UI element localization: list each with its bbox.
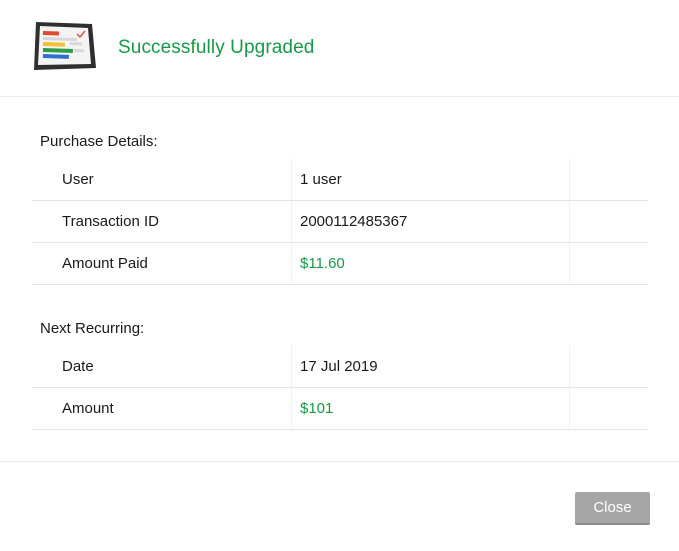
close-button[interactable]: Close: [575, 492, 650, 525]
row-label: Amount: [62, 400, 114, 417]
table-row: User 1 user: [32, 159, 648, 201]
dialog-title: Successfully Upgraded: [118, 37, 315, 58]
upgrade-success-dialog: Successfully Upgraded Purchase Details: …: [0, 0, 679, 551]
dialog-header: Successfully Upgraded: [0, 0, 679, 97]
table-row: Amount Paid $11.60: [32, 243, 648, 285]
dialog-footer: Close: [0, 461, 679, 551]
row-label: Transaction ID: [62, 213, 159, 230]
table-row: Date 17 Jul 2019: [32, 346, 648, 388]
row-label: Date: [62, 358, 94, 375]
next-recurring-table: Date 17 Jul 2019 Amount $101: [32, 346, 648, 430]
next-recurring-title: Next Recurring:: [40, 320, 145, 337]
row-value: 17 Jul 2019: [300, 358, 378, 375]
table-row: Amount $101: [32, 388, 648, 430]
table-row: Transaction ID 2000112485367: [32, 201, 648, 243]
row-value: 2000112485367: [300, 213, 408, 230]
row-label: Amount Paid: [62, 255, 148, 272]
amount-paid-value: $11.60: [300, 255, 345, 272]
recurring-amount-value: $101: [300, 400, 334, 417]
tablet-report-icon: [34, 22, 96, 70]
row-label: User: [62, 171, 94, 188]
purchase-details-table: User 1 user Transaction ID 2000112485367…: [32, 159, 648, 285]
row-value: 1 user: [300, 171, 342, 188]
purchase-details-title: Purchase Details:: [40, 133, 158, 150]
